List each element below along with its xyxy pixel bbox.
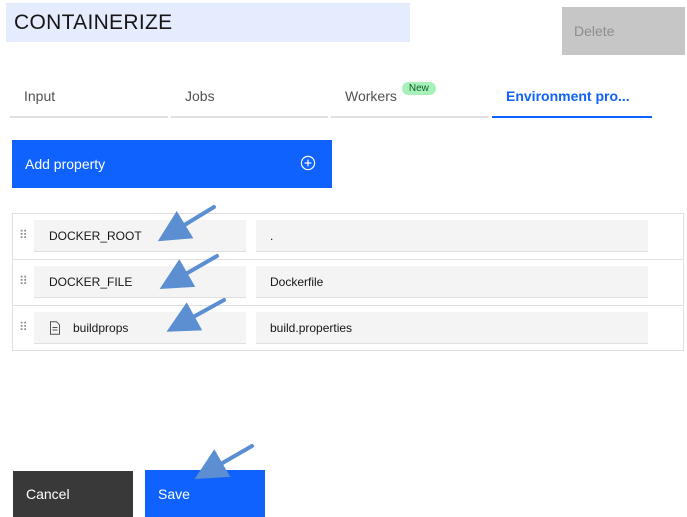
property-value: build.properties [270,320,353,335]
cancel-button[interactable]: Cancel [13,471,133,517]
property-key: DOCKER_ROOT [49,228,142,243]
property-value: Dockerfile [270,274,324,289]
property-value: . [270,228,274,243]
arrow-icon [194,444,254,479]
drag-handle-icon[interactable]: ⠿ [19,228,28,242]
tab-jobs[interactable]: Jobs [171,76,328,118]
property-value-field[interactable]: build.properties [256,312,648,344]
property-key: buildprops [73,320,129,335]
property-value-field[interactable]: . [256,220,648,252]
property-key-field[interactable]: buildprops [34,312,246,344]
properties-table: ⠿ DOCKER_ROOT . ⠿ DOCKER_FILE Dockerfile… [12,213,684,351]
tab-workers[interactable]: Workers New [331,76,489,118]
table-row: ⠿ buildprops build.properties [13,306,683,352]
page-title-box: CONTAINERIZE [6,3,410,42]
tab-label: Jobs [185,88,215,104]
property-key-field[interactable]: DOCKER_ROOT [34,220,246,252]
document-icon [49,320,61,335]
tab-label: Workers [345,88,397,104]
tab-label: Input [24,88,56,104]
save-button[interactable]: Save [145,470,265,517]
add-property-button[interactable]: Add property [12,140,332,188]
tab-label: Environment pro... [506,88,630,104]
new-badge: New [401,82,436,95]
drag-handle-icon[interactable]: ⠿ [19,320,28,334]
drag-handle-icon[interactable]: ⠿ [19,274,28,288]
property-value-field[interactable]: Dockerfile [256,266,648,298]
add-property-label: Add property [25,156,106,172]
table-row: ⠿ DOCKER_FILE Dockerfile [13,260,683,306]
tab-environment-properties[interactable]: Environment pro... [492,76,652,118]
property-key-field[interactable]: DOCKER_FILE [34,266,246,298]
property-key: DOCKER_FILE [49,274,133,289]
delete-button[interactable]: Delete [562,7,685,55]
add-circle-icon [300,155,316,174]
tab-bar: Input Jobs Workers New Environment pro..… [10,76,682,120]
table-row: ⠿ DOCKER_ROOT . [13,214,683,260]
page-title: CONTAINERIZE [14,10,173,34]
tab-input[interactable]: Input [10,76,168,118]
